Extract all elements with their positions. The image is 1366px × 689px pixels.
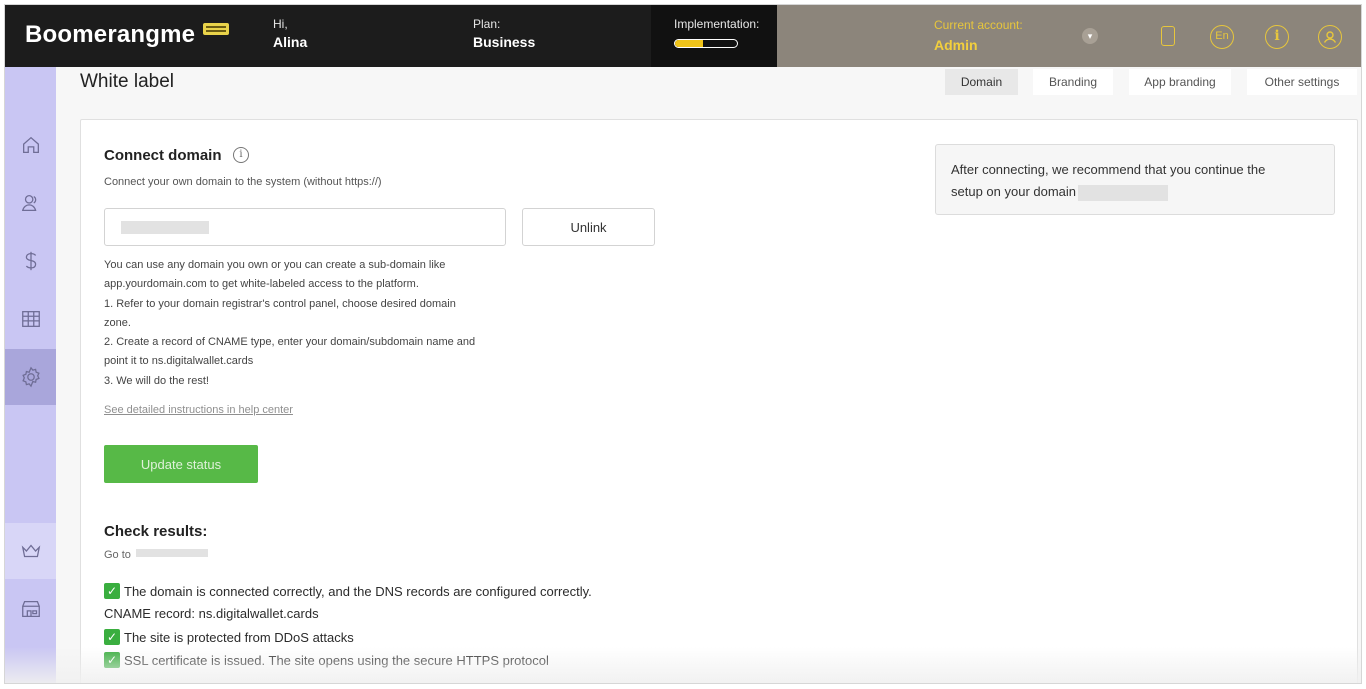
checkmark-icon: ✓ (104, 652, 120, 668)
help-center-link[interactable]: See detailed instructions in help center (104, 404, 293, 416)
unlink-button[interactable]: Unlink (522, 208, 655, 246)
check-result-text: CNAME record: ns.digitalwallet.cards (104, 606, 319, 621)
account-label: Current account: (934, 18, 1023, 32)
checkmark-icon: ✓ (104, 629, 120, 645)
store-icon (21, 601, 40, 617)
check-result-item: ✓ The site is protected from DDoS attack… (104, 629, 354, 645)
tab-app-branding[interactable]: App branding (1129, 69, 1231, 95)
help-line: zone. (104, 316, 131, 329)
check-result-item: ✓ The domain is connected correctly, and… (104, 583, 592, 599)
settings-icon (21, 366, 40, 388)
check-results-title: Check results: (104, 523, 208, 540)
implementation-progress-fill (675, 40, 703, 47)
crown-icon (21, 544, 40, 558)
check-result-text: The site is protected from DDoS attacks (124, 629, 354, 645)
account-value: Admin (934, 37, 978, 53)
domain-help-text: You can use any domain you own or you ca… (104, 256, 514, 391)
checkmark-icon: ✓ (104, 583, 120, 599)
tab-domain[interactable]: Domain (945, 69, 1018, 95)
home-icon (22, 136, 39, 153)
help-line: 2. Create a record of CNAME type, enter … (104, 336, 476, 349)
tab-branding[interactable]: Branding (1033, 69, 1113, 95)
sidebar-item-cards[interactable] (5, 291, 56, 347)
info-icon[interactable]: i (233, 147, 249, 163)
redacted-domain (1078, 184, 1169, 201)
greeting: Hi, Alina (273, 17, 307, 50)
users-icon (21, 195, 36, 211)
info-icon[interactable]: i (1265, 25, 1289, 49)
check-result-text: The domain is connected correctly, and t… (124, 583, 592, 599)
brand-badge-icon (203, 23, 229, 35)
greeting-label: Hi, (273, 17, 288, 31)
top-header: Boomerangme Hi, Alina Plan: Business Imp… (5, 5, 1361, 67)
help-line: 3. We will do the rest! (104, 374, 209, 387)
connect-domain-subtitle: Connect your own domain to the system (w… (104, 176, 382, 188)
page-title: White label (80, 71, 174, 92)
check-result-item: ✓ SSL certificate is issued. The site op… (104, 652, 549, 668)
goto-label: Go to (104, 549, 131, 561)
sidebar-item-store[interactable] (5, 581, 56, 637)
help-line: point it to ns.digitalwallet.cards (104, 355, 254, 368)
note-line: After connecting, we recommend that you … (951, 162, 1266, 177)
implementation-label: Implementation: (674, 17, 760, 31)
sidebar-item-settings[interactable] (5, 349, 56, 405)
implementation-progress-bar (674, 39, 738, 48)
help-line: app.yourdomain.com to get white-labeled … (104, 278, 419, 291)
tab-other-settings[interactable]: Other settings (1247, 69, 1357, 95)
update-status-button[interactable]: Update status (104, 445, 258, 483)
redacted-domain (121, 221, 209, 234)
sidebar-item-customers[interactable] (5, 175, 56, 231)
sidebar-item-premium[interactable] (5, 523, 56, 579)
check-result-text: SSL certificate is issued. The site open… (124, 652, 549, 668)
note-line: setup on your domain (951, 184, 1077, 199)
plan-label: Plan: (473, 17, 501, 31)
implementation-progress[interactable]: Implementation: (651, 5, 777, 67)
connect-domain-title: Connect domain (104, 147, 222, 164)
app-window: Boomerangme Hi, Alina Plan: Business Imp… (4, 4, 1362, 684)
sidebar-item-billing[interactable] (5, 233, 56, 289)
help-line: 1. Refer to your domain registrar's cont… (104, 297, 456, 310)
check-result-item: CNAME record: ns.digitalwallet.cards (104, 606, 319, 621)
cards-icon (21, 311, 40, 327)
recommendation-note: After connecting, we recommend that you … (935, 144, 1335, 215)
chevron-down-icon[interactable]: ▾ (1082, 28, 1098, 44)
profile-icon[interactable] (1318, 25, 1342, 49)
account-switcher[interactable]: Current account: Admin ▾ En i (777, 5, 1361, 67)
language-icon[interactable]: En (1210, 25, 1234, 49)
plan-value: Business (473, 34, 536, 50)
note-line-wrap: setup on your domain (951, 181, 1319, 203)
plan-info[interactable]: Plan: Business (473, 17, 535, 50)
domain-card: Connect domain i Connect your own domain… (80, 119, 1358, 683)
help-line: You can use any domain you own or you ca… (104, 259, 446, 271)
sidebar-item-home[interactable] (5, 117, 56, 173)
dollar-icon (25, 251, 36, 271)
sidebar (5, 67, 56, 683)
brand-logo[interactable]: Boomerangme (25, 21, 195, 49)
user-name: Alina (273, 34, 308, 50)
phone-icon[interactable] (1161, 26, 1175, 46)
redacted-goto-link[interactable] (136, 549, 208, 557)
